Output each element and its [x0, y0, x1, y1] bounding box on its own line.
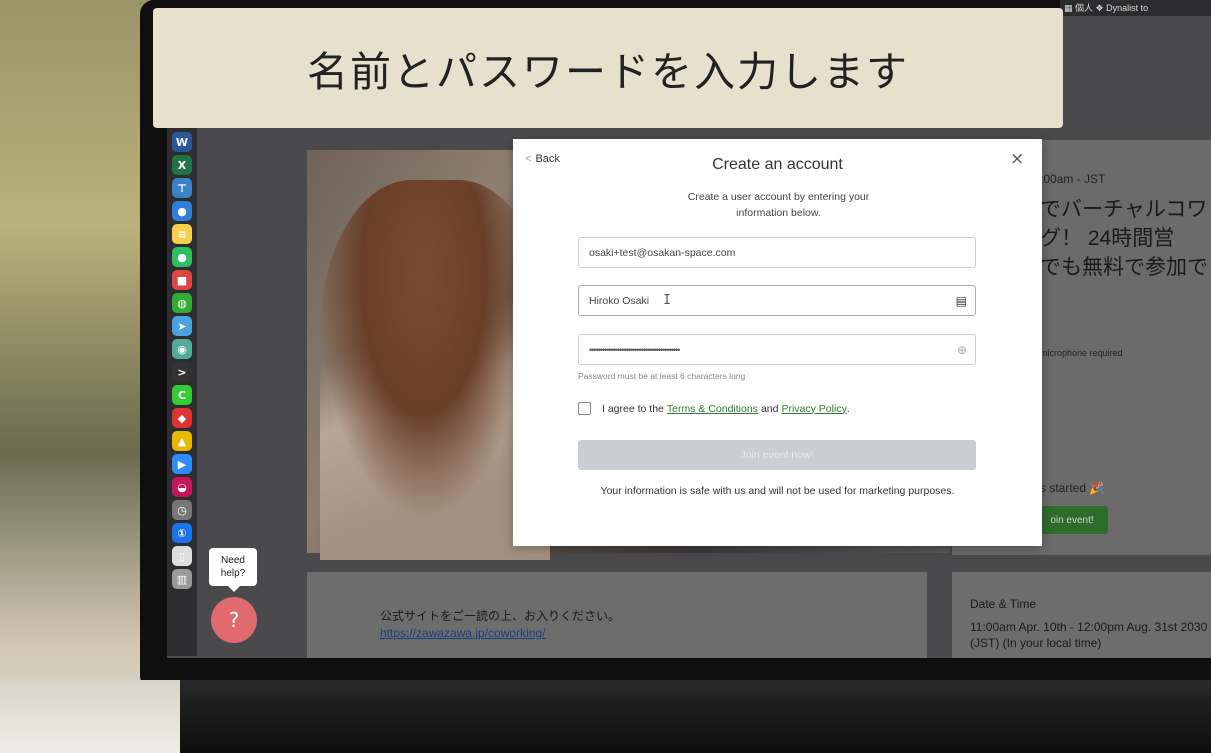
- modal-subtitle: Create a user account by entering your i…: [687, 191, 870, 219]
- join-event-button[interactable]: oin event!: [1036, 506, 1108, 534]
- join-event-now-button[interactable]: Join event now!: [578, 440, 976, 470]
- create-account-modal: < Back × Create an account Create a user …: [513, 139, 1042, 546]
- app-red-icon[interactable]: ■: [172, 270, 192, 290]
- agree-row: I agree to the Terms & Conditions and Pr…: [578, 402, 850, 415]
- name-field[interactable]: Hiroko Osaki I ▤: [578, 285, 976, 316]
- warning-icon[interactable]: ▲: [172, 431, 192, 451]
- laptop-keyboard-area: [0, 680, 1211, 753]
- need-help-tooltip: Need help?: [209, 548, 257, 592]
- caption-text: 名前とパスワードを入力します: [307, 48, 909, 96]
- notes-icon[interactable]: ≡: [172, 224, 192, 244]
- c-app-icon[interactable]: C: [172, 385, 192, 405]
- maps-icon[interactable]: ●: [172, 201, 192, 221]
- email-field[interactable]: osaki+test@osakan-space.com: [578, 237, 976, 268]
- file-icon[interactable]: ▯: [172, 546, 192, 566]
- word-icon[interactable]: W: [172, 132, 192, 152]
- excel-icon[interactable]: X: [172, 155, 192, 175]
- notice-link[interactable]: https://zawazawa.jp/coworking/: [380, 626, 545, 640]
- terms-link[interactable]: Terms & Conditions: [667, 403, 758, 415]
- zoom-icon[interactable]: ▶: [172, 454, 192, 474]
- agree-prefix: I agree to the: [602, 402, 664, 415]
- evernote-icon[interactable]: ●: [172, 247, 192, 267]
- mac-dock: W X ⊤ ● ≡ ● ■ ◍ ➤ ◉ > C ◆ ▲ ▶ ◒ ◷ ① ▯ ▥: [167, 128, 197, 656]
- terminal-icon[interactable]: >: [172, 362, 192, 382]
- text-cursor-icon: I: [663, 293, 671, 308]
- agree-and: and: [760, 402, 779, 415]
- help-question-icon: ?: [228, 608, 240, 632]
- privacy-note: Your information is safe with us and wil…: [600, 485, 955, 497]
- event-started-text: s started 🎉: [1040, 481, 1105, 495]
- event-time: :00am - JST: [1040, 172, 1106, 186]
- clock-icon[interactable]: ◷: [172, 500, 192, 520]
- help-button[interactable]: ?: [211, 597, 257, 643]
- password-hint: Password must be at least 6 characters l…: [578, 371, 746, 381]
- date-time-text: 11:00am Apr. 10th - 12:00pm Aug. 31st 20…: [970, 620, 1208, 650]
- password-key-icon[interactable]: ⊕: [957, 343, 967, 357]
- chrome-icon[interactable]: ◉: [172, 339, 192, 359]
- password-value: ••••••••••••••••••••••••••••••••••••••••…: [589, 344, 680, 355]
- app-red2-icon[interactable]: ◆: [172, 408, 192, 428]
- telegram-icon[interactable]: ➤: [172, 316, 192, 336]
- password-field[interactable]: ••••••••••••••••••••••••••••••••••••••••…: [578, 334, 976, 365]
- menubar-items[interactable]: ▦ 個人 ❖ Dynalist to: [1064, 1, 1148, 14]
- slack-icon[interactable]: ◒: [172, 477, 192, 497]
- notice-text: 公式サイトをご一読の上、お入りください。: [380, 609, 621, 623]
- globe-icon[interactable]: ◍: [172, 293, 192, 313]
- onepassword-icon[interactable]: ①: [172, 523, 192, 543]
- room-background: [0, 0, 150, 753]
- contact-card-icon[interactable]: ▤: [956, 294, 967, 308]
- mic-required-text: microphone required: [1040, 348, 1123, 358]
- name-value: Hiroko Osaki: [589, 294, 650, 307]
- privacy-link[interactable]: Privacy Policy: [781, 403, 846, 415]
- keynote-icon[interactable]: ⊤: [172, 178, 192, 198]
- agree-checkbox[interactable]: [578, 402, 591, 415]
- event-headline: でバーチャルコワ グ！ 24時間営 でも無料で参加で: [1040, 198, 1208, 279]
- modal-title: Create an account: [712, 156, 843, 173]
- agree-suffix: .: [846, 402, 850, 415]
- tutorial-caption: 名前とパスワードを入力します: [153, 8, 1063, 128]
- email-value: osaki+test@osakan-space.com: [589, 246, 736, 259]
- date-time-title: Date & Time: [970, 597, 1037, 611]
- trash-icon[interactable]: ▥: [172, 569, 192, 589]
